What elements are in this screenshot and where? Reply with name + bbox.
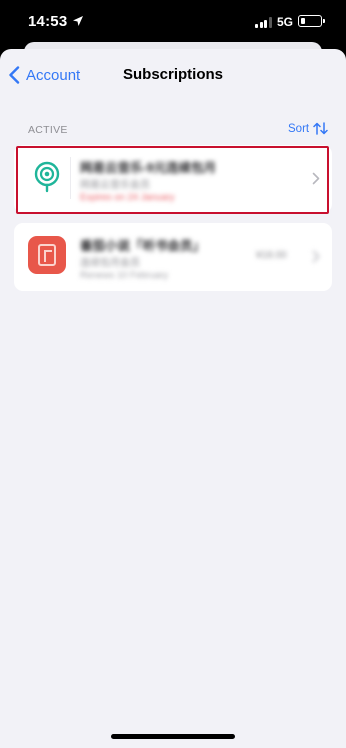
subscription-item[interactable]: 番茄小说「听书会员」 连续包月会员 Renews 10 February ¥18… xyxy=(14,223,332,291)
status-time: 14:53 xyxy=(28,13,68,30)
subscription-plan: 连续包月会员 xyxy=(80,258,140,269)
sort-arrows-icon xyxy=(313,122,328,135)
chevron-right-icon xyxy=(312,172,320,185)
subscription-renewal: Renews 10 February xyxy=(80,270,169,281)
subscription-price: ¥18.00 xyxy=(256,250,287,261)
cellular-signal-icon xyxy=(255,17,272,28)
home-indicator xyxy=(111,734,235,739)
subscription-plan: 网易云音乐会员 xyxy=(80,180,150,191)
subscription-title: 番茄小说「听书会员」 xyxy=(80,239,206,253)
item-divider xyxy=(70,157,71,199)
network-type: 5G xyxy=(277,15,294,29)
section-header-active: ACTIVE xyxy=(28,124,68,136)
status-bar: 14:53 5G xyxy=(0,0,346,44)
sort-button[interactable]: Sort xyxy=(288,122,328,135)
sort-label: Sort xyxy=(288,122,310,135)
subscriptions-sheet: Account Subscriptions ACTIVE Sort 网易云音乐-… xyxy=(0,49,346,748)
page-title: Subscriptions xyxy=(122,66,223,83)
battery-icon xyxy=(298,15,325,27)
book-icon xyxy=(28,236,66,274)
subscription-title: 网易云音乐-9元连续包月 xyxy=(80,161,217,175)
navigation-bar: Account Subscriptions xyxy=(0,49,346,101)
chevron-right-icon xyxy=(312,250,320,263)
subscription-expiry: Expires on 24 January xyxy=(80,192,175,203)
subscription-item[interactable]: 网易云音乐-9元连续包月 网易云音乐会员 Expires on 24 Janua… xyxy=(14,145,332,213)
netease-music-icon xyxy=(28,158,66,196)
location-arrow-icon xyxy=(73,16,83,26)
